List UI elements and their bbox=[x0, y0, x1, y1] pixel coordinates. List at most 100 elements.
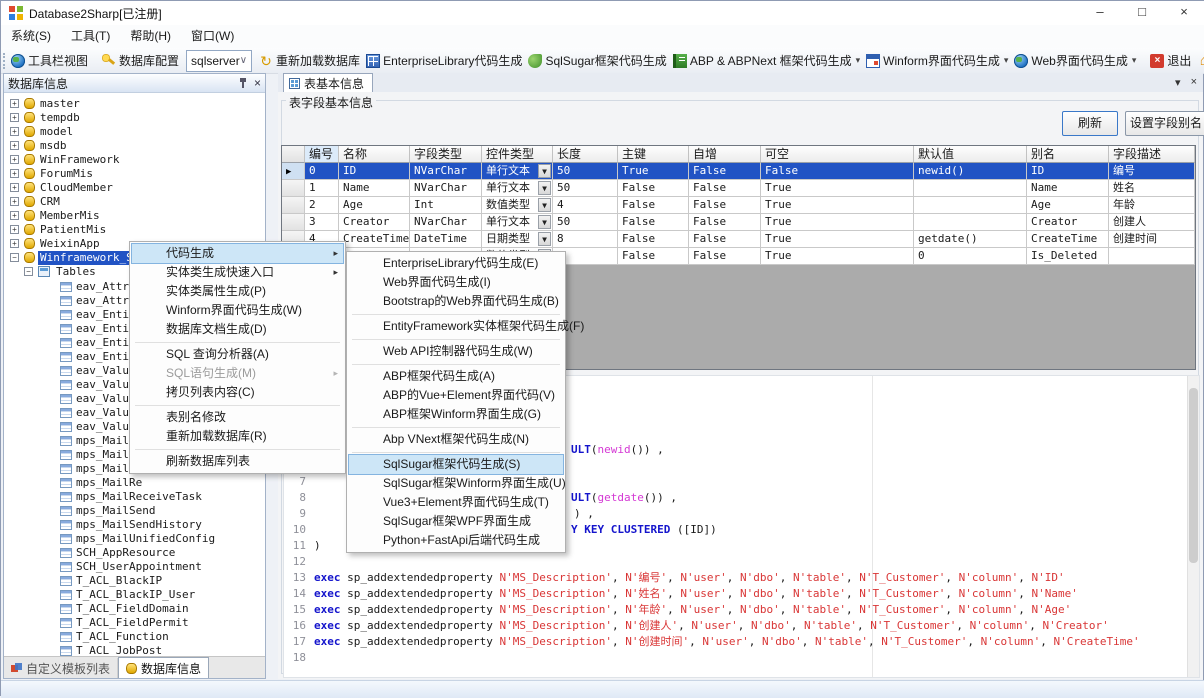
grid-cell[interactable]: False bbox=[618, 231, 689, 248]
panel-tab-1[interactable]: 数据库信息 bbox=[118, 657, 209, 678]
grid-cell[interactable]: 1 bbox=[305, 180, 339, 197]
grid-cell[interactable]: False bbox=[689, 197, 761, 214]
submenu-item-15[interactable]: SqlSugar框架Winform界面生成(U) bbox=[349, 474, 563, 493]
grid-cell[interactable]: 单行文本▼ bbox=[482, 163, 553, 180]
grid-cell[interactable]: 姓名 bbox=[1109, 180, 1195, 197]
expand-icon[interactable]: + bbox=[10, 211, 19, 220]
grid-column-header-5[interactable]: 主键 bbox=[618, 146, 689, 163]
grid-cell[interactable]: False bbox=[761, 163, 914, 180]
grid-cell[interactable] bbox=[914, 197, 1027, 214]
grid-cell[interactable]: 单行文本▼ bbox=[482, 214, 553, 231]
database-type-combo[interactable]: sqlserver ∨ bbox=[186, 50, 252, 72]
cell-dropdown-icon[interactable]: ▼ bbox=[538, 164, 551, 178]
grid-cell[interactable]: 年龄 bbox=[1109, 197, 1195, 214]
collapse-icon[interactable]: − bbox=[24, 267, 33, 276]
grid-column-header-1[interactable]: 名称 bbox=[339, 146, 410, 163]
tab-table-info[interactable]: 表基本信息 bbox=[283, 73, 373, 92]
grid-cell[interactable]: Int bbox=[410, 197, 482, 214]
grid-cell[interactable]: False bbox=[618, 214, 689, 231]
grid-cell[interactable]: True bbox=[761, 197, 914, 214]
grid-row-header[interactable] bbox=[282, 197, 305, 214]
grid-cell[interactable] bbox=[914, 180, 1027, 197]
grid-cell[interactable]: DateTime bbox=[410, 231, 482, 248]
toolbar-dbconfig-button[interactable]: 数据库配置 bbox=[99, 50, 182, 71]
menubar-item-2[interactable]: 帮助(H) bbox=[120, 25, 181, 48]
grid-cell[interactable] bbox=[1109, 248, 1195, 265]
toolbar-gen-button-2[interactable]: ABP & ABPNext 框架代码生成▾ bbox=[670, 50, 863, 71]
expand-icon[interactable]: + bbox=[10, 169, 19, 178]
collapse-icon[interactable]: − bbox=[10, 253, 19, 262]
grid-cell[interactable]: 50 bbox=[553, 163, 618, 180]
grid-cell[interactable]: Creator bbox=[1027, 214, 1109, 231]
toolbar-gen-button-3[interactable]: Winform界面代码生成▾ bbox=[863, 50, 1011, 71]
scrollbar-thumb[interactable] bbox=[1189, 388, 1198, 563]
grid-cell[interactable]: Name bbox=[1027, 180, 1109, 197]
tab-list-dropdown-icon[interactable]: ▾ bbox=[1175, 76, 1181, 89]
grid-cell[interactable]: True bbox=[761, 231, 914, 248]
close-button[interactable]: × bbox=[1163, 1, 1204, 25]
submenu-item-10[interactable]: ABP框架Winform界面生成(G) bbox=[349, 405, 563, 424]
grid-cell[interactable]: False bbox=[689, 231, 761, 248]
cell-dropdown-icon[interactable]: ▼ bbox=[538, 181, 551, 195]
toolbar-view-button[interactable]: 工具栏视图 bbox=[8, 50, 91, 71]
grid-column-header-0[interactable]: 编号 bbox=[305, 146, 339, 163]
toolbar-gen-button-1[interactable]: SqlSugar框架代码生成 bbox=[525, 50, 669, 71]
grid-cell[interactable]: True bbox=[618, 163, 689, 180]
context-menu-item-11[interactable]: 重新加载数据库(R) bbox=[132, 427, 343, 446]
grid-cell[interactable]: False bbox=[689, 180, 761, 197]
grid-cell[interactable]: getdate() bbox=[914, 231, 1027, 248]
grid-row-header[interactable]: ▶ bbox=[282, 163, 305, 180]
grid-cell[interactable]: Name bbox=[339, 180, 410, 197]
expand-icon[interactable]: + bbox=[10, 225, 19, 234]
grid-cell[interactable]: 数值类型▼ bbox=[482, 197, 553, 214]
grid-cell[interactable]: 2 bbox=[305, 197, 339, 214]
grid-cell[interactable]: 单行文本▼ bbox=[482, 180, 553, 197]
expand-icon[interactable]: + bbox=[10, 183, 19, 192]
grid-cell[interactable]: CreateTime bbox=[339, 231, 410, 248]
grid-cell[interactable]: Creator bbox=[339, 214, 410, 231]
grid-row-4[interactable]: 4CreateTimeDateTime日期类型▼8FalseFalseTrueg… bbox=[282, 231, 1195, 248]
toolbar-gen-button-0[interactable]: EnterpriseLibrary代码生成 bbox=[363, 50, 525, 71]
toolbar-grip[interactable] bbox=[3, 53, 5, 69]
menubar-item-1[interactable]: 工具(T) bbox=[61, 25, 120, 48]
panel-close-icon[interactable]: × bbox=[254, 77, 261, 89]
submenu-item-0[interactable]: EnterpriseLibrary代码生成(E) bbox=[349, 254, 563, 273]
toolbar-gen-button-4[interactable]: Web界面代码生成▾ bbox=[1011, 50, 1139, 71]
menubar-item-0[interactable]: 系统(S) bbox=[1, 25, 61, 48]
grid-column-header-3[interactable]: 控件类型 bbox=[482, 146, 553, 163]
home-button[interactable]: ⌂ bbox=[1194, 52, 1204, 70]
grid-cell[interactable]: False bbox=[689, 163, 761, 180]
set-field-alias-button[interactable]: 设置字段别名 bbox=[1125, 111, 1204, 136]
grid-column-header-6[interactable]: 自增 bbox=[689, 146, 761, 163]
context-menu-item-0[interactable]: 代码生成▸ bbox=[132, 244, 343, 263]
grid-row-2[interactable]: 2AgeInt数值类型▼4FalseFalseTrueAge年龄 bbox=[282, 197, 1195, 214]
grid-cell[interactable]: True bbox=[761, 180, 914, 197]
expand-icon[interactable]: + bbox=[10, 127, 19, 136]
grid-cell[interactable]: 0 bbox=[305, 163, 339, 180]
grid-cell[interactable]: 创建时间 bbox=[1109, 231, 1195, 248]
submenu-item-16[interactable]: Vue3+Element界面代码生成(T) bbox=[349, 493, 563, 512]
expand-icon[interactable]: + bbox=[10, 155, 19, 164]
grid-cell[interactable]: False bbox=[618, 197, 689, 214]
grid-column-header-4[interactable]: 长度 bbox=[553, 146, 618, 163]
context-menu-item-10[interactable]: 表别名修改 bbox=[132, 408, 343, 427]
expand-icon[interactable]: + bbox=[10, 141, 19, 150]
grid-cell[interactable]: 日期类型▼ bbox=[482, 231, 553, 248]
context-menu-item-6[interactable]: SQL 查询分析器(A) bbox=[132, 345, 343, 364]
grid-cell[interactable]: CreateTime bbox=[1027, 231, 1109, 248]
context-menu-item-1[interactable]: 实体类生成快速入口▸ bbox=[132, 263, 343, 282]
refresh-button[interactable]: 刷新 bbox=[1062, 111, 1118, 136]
submenu-item-2[interactable]: Bootstrap的Web界面代码生成(B) bbox=[349, 292, 563, 311]
toolbar-reload-button[interactable]: ↻ 重新加载数据库 bbox=[256, 50, 363, 71]
grid-column-header-2[interactable]: 字段类型 bbox=[410, 146, 482, 163]
grid-cell[interactable]: 编号 bbox=[1109, 163, 1195, 180]
grid-cell[interactable]: NVarChar bbox=[410, 180, 482, 197]
panel-tab-0[interactable]: 自定义模板列表 bbox=[4, 658, 118, 678]
submenu-item-18[interactable]: Python+FastApi后端代码生成 bbox=[349, 531, 563, 550]
context-menu-item-4[interactable]: 数据库文档生成(D) bbox=[132, 320, 343, 339]
grid-cell[interactable]: 4 bbox=[553, 197, 618, 214]
grid-cell[interactable]: False bbox=[689, 214, 761, 231]
grid-column-header-9[interactable]: 别名 bbox=[1027, 146, 1109, 163]
grid-cell[interactable]: 0 bbox=[914, 248, 1027, 265]
minimize-button[interactable]: – bbox=[1079, 1, 1121, 25]
